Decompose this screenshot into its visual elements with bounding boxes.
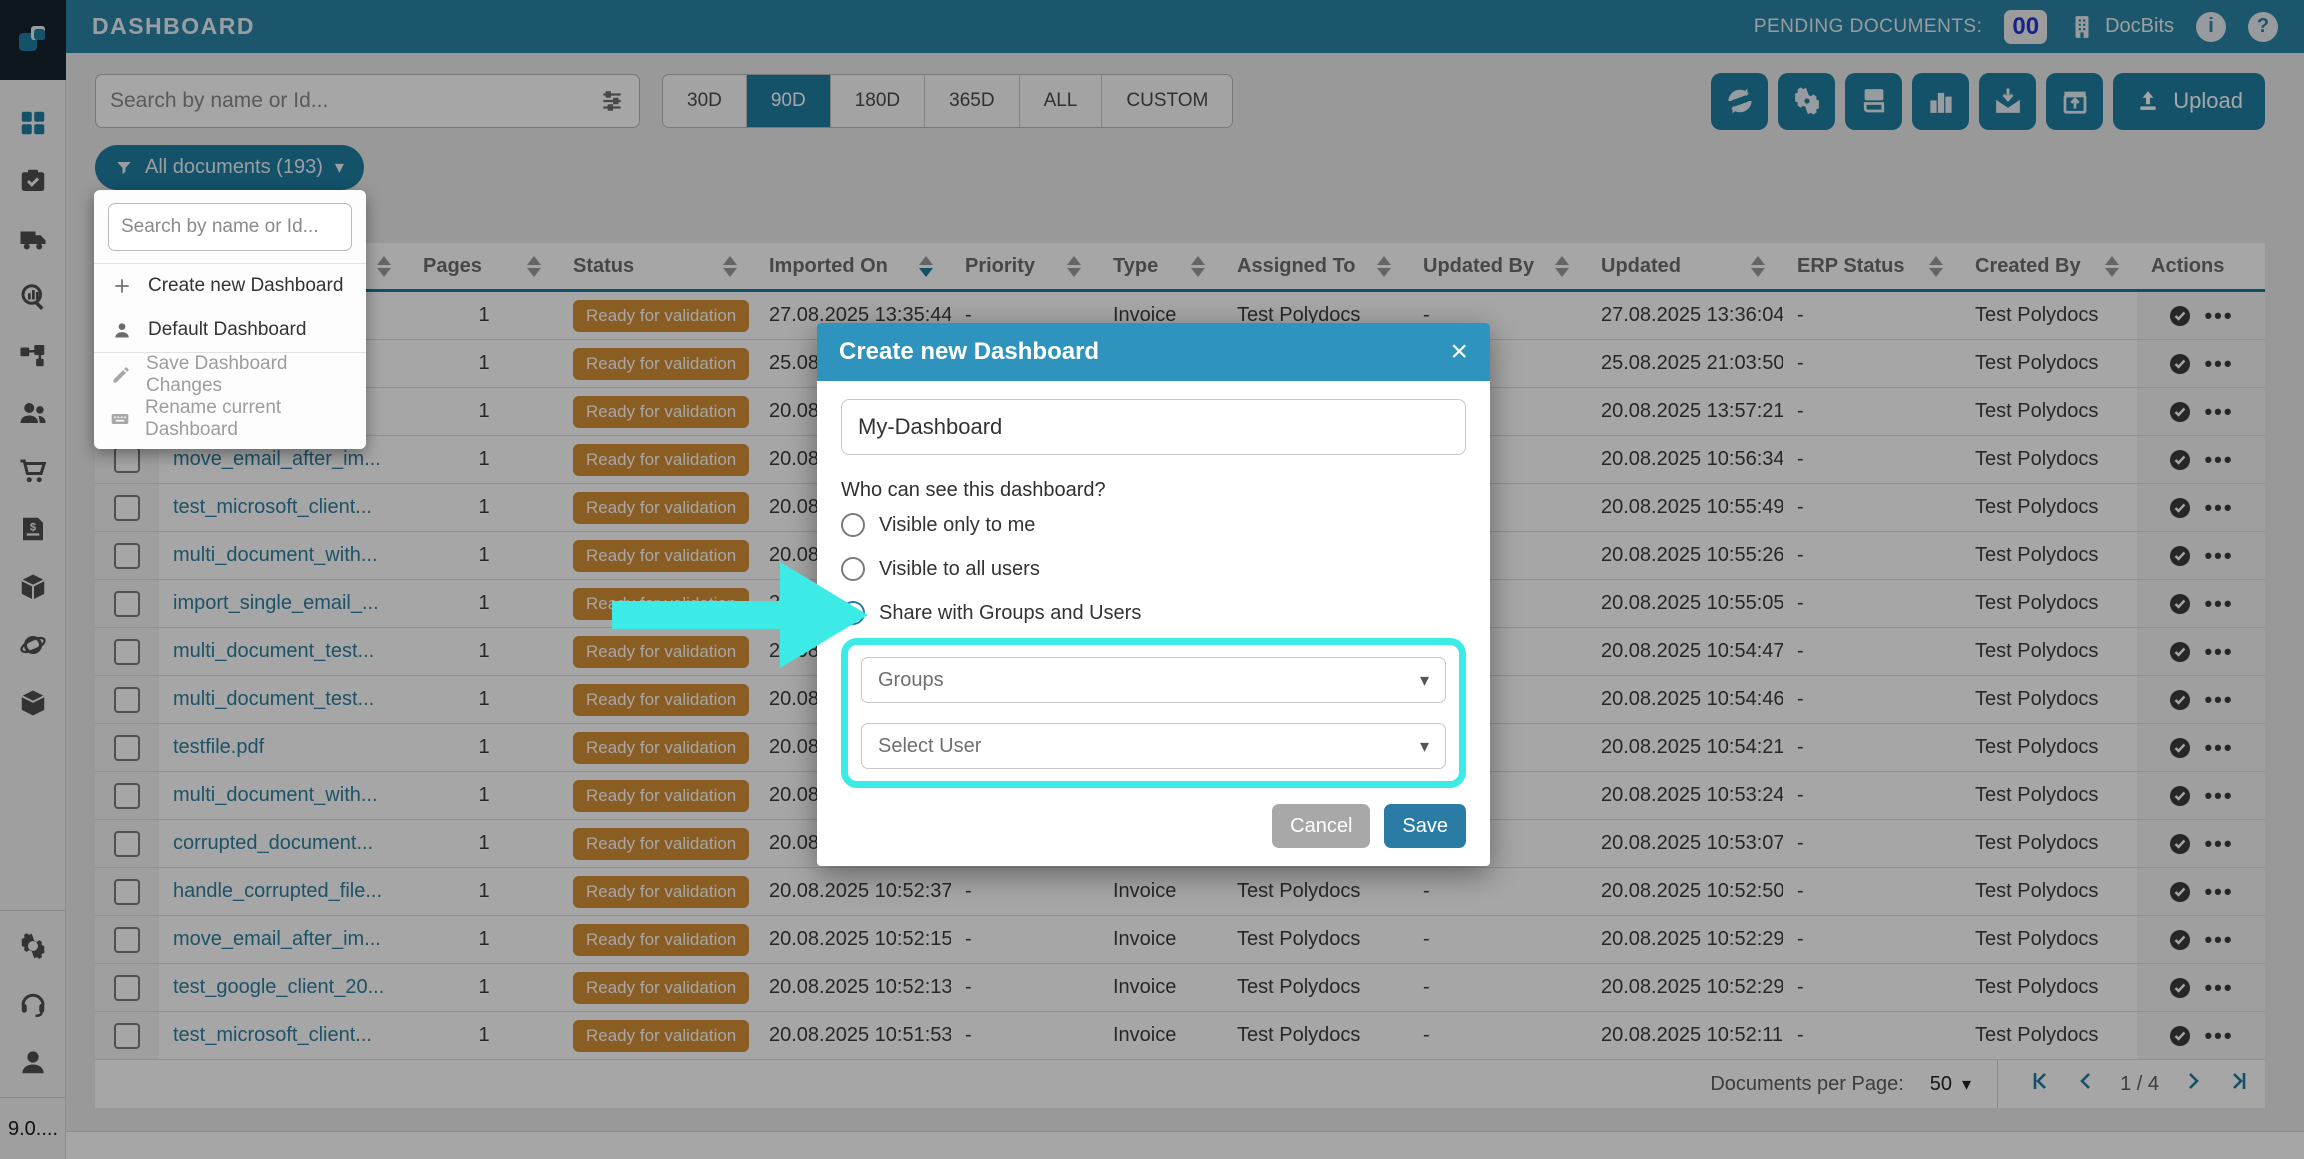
dashboard-menu: Create new Dashboard Default Dashboard Sav… [94, 190, 366, 449]
menu-item-create-new-dashboard[interactable]: Create new Dashboard [94, 264, 366, 308]
menu-item-save-dashboard-changes[interactable]: Save Dashboard Changes [94, 353, 366, 397]
radio-label: Visible only to me [879, 513, 1036, 536]
person-icon [110, 320, 134, 340]
chevron-down-icon: ▾ [1419, 669, 1429, 690]
plus-icon [110, 276, 134, 296]
dashboard-menu-search-box [108, 203, 352, 251]
user-select[interactable]: Select User ▾ [861, 723, 1446, 769]
menu-item-label: Default Dashboard [148, 319, 307, 340]
close-icon[interactable]: × [1450, 337, 1468, 367]
radio-icon[interactable] [841, 513, 865, 537]
modal-header: Create new Dashboard × [817, 323, 1490, 381]
visibility-question-label: Who can see this dashboard? [841, 479, 1106, 501]
groups-select-placeholder: Groups [878, 668, 944, 691]
radio-option-visible-only-to-me[interactable]: Visible only to me [841, 504, 1466, 546]
chevron-down-icon: ▾ [1419, 735, 1429, 756]
radio-label: Visible to all users [879, 557, 1040, 580]
radio-option-share-with-groups-and-users[interactable]: Share with Groups and Users [841, 592, 1466, 634]
cancel-button[interactable]: Cancel [1272, 804, 1371, 848]
radio-label: Share with Groups and Users [879, 601, 1142, 624]
modal-title: Create new Dashboard [839, 338, 1100, 365]
dashboard-name-input[interactable] [841, 399, 1466, 455]
save-button[interactable]: Save [1384, 804, 1466, 848]
menu-item-label: Rename current Dashboard [144, 397, 282, 440]
menu-item-rename-current-dashboard[interactable]: Rename current Dashboard [94, 397, 366, 441]
annotation-highlight-box: Groups ▾ Select User ▾ [841, 638, 1466, 788]
pencil-icon [110, 365, 132, 385]
menu-item-label: Save Dashboard Changes [145, 353, 288, 396]
create-dashboard-modal: Create new Dashboard × Who can see this … [817, 323, 1490, 866]
groups-select[interactable]: Groups ▾ [861, 657, 1446, 703]
menu-item-default-dashboard[interactable]: Default Dashboard [94, 308, 366, 352]
user-select-placeholder: Select User [878, 734, 982, 757]
keyboard-icon [110, 409, 131, 429]
annotation-arrow-icon [612, 562, 868, 668]
dashboard-menu-search-input[interactable] [121, 216, 339, 238]
menu-item-label: Create new Dashboard [148, 275, 344, 296]
radio-option-visible-to-all-users[interactable]: Visible to all users [841, 548, 1466, 590]
